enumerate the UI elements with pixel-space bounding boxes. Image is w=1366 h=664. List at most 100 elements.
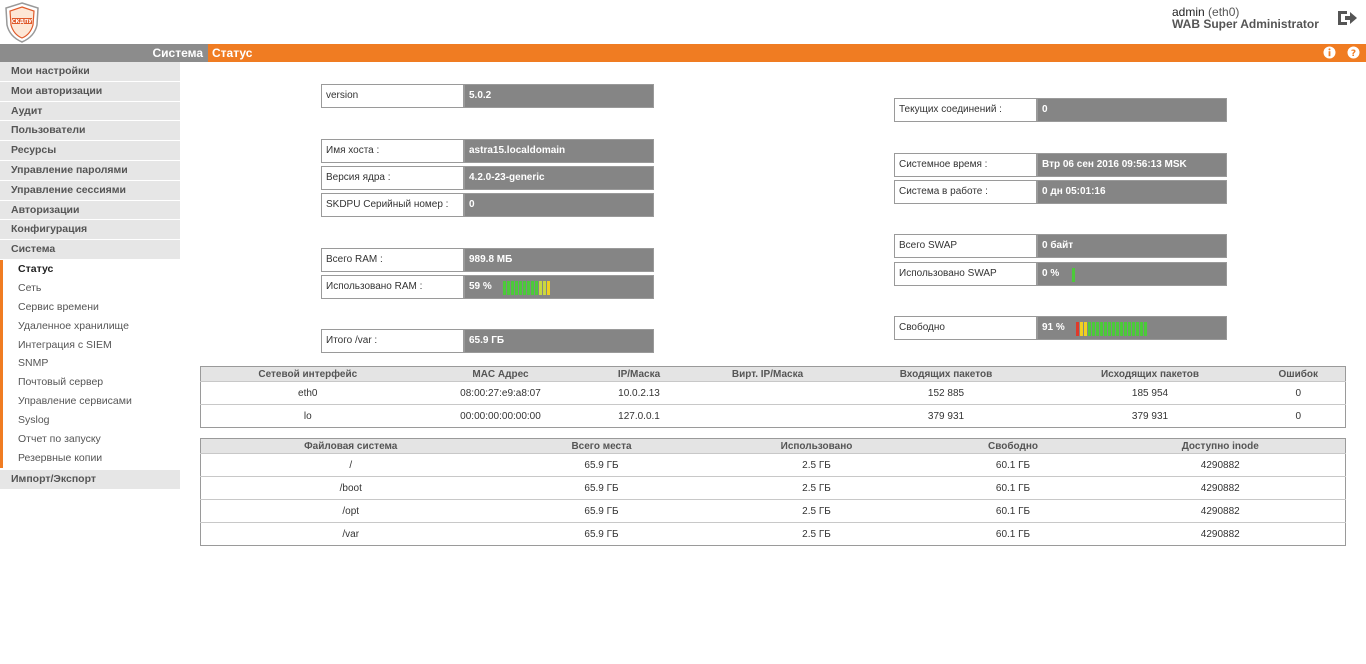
cell-used: 2.5 ГБ [702,453,931,477]
meter-segment [539,281,542,295]
sidebar-sub-remote-storage[interactable]: Удаленное хранилище [3,316,180,336]
sidebar-sub-status[interactable]: Статус [3,259,180,279]
meter-segment [503,281,506,295]
cell-total: 65.9 ГБ [500,453,703,477]
sidebar-item-resources[interactable]: Ресурсы [0,141,180,161]
col-free[interactable]: Свободно [930,438,1096,454]
cell-inodes: 4290882 [1095,453,1346,477]
info-label: Система в работе : [894,180,1037,204]
sidebar-sub-boot-report[interactable]: Отчет по запуску [3,429,180,449]
col-packets-in[interactable]: Входящих пакетов [843,366,1049,382]
cell-packets-in: 152 885 [843,381,1049,405]
sidebar-sub-time-service[interactable]: Сервис времени [3,297,180,317]
table-header-row: Файловая система Всего места Использован… [200,438,1346,454]
cell-filesystem: / [200,453,501,477]
meter-segment [1108,322,1111,336]
app-header: СКДПУ admin (eth0) WAB Super Administrat… [0,0,1366,44]
user-role: WAB Super Administrator [1172,17,1319,31]
info-value: 0 % [1037,262,1227,286]
sidebar-sub-mail-server[interactable]: Почтовый сервер [3,373,180,393]
info-label: Версия ядра : [321,166,464,190]
info-value: 5.0.2 [464,84,654,108]
col-filesystem[interactable]: Файловая система [200,438,501,454]
meter-segment [515,281,518,295]
cell-mac: 00:00:00:00:00:00 [414,404,587,428]
cell-packets-in: 379 931 [843,404,1049,428]
sidebar-item-import-export[interactable]: Импорт/Экспорт [0,469,180,490]
network-interfaces-table: Сетевой интерфейс MAC Адрес IP/Маска Вир… [200,366,1346,428]
col-ip[interactable]: IP/Маска [586,366,692,382]
cell-mac: 08:00:27:e9:a8:07 [414,381,587,405]
meter-segment [1140,322,1143,336]
logout-icon[interactable] [1336,8,1358,28]
sidebar-item-my-authorizations[interactable]: Мои авторизации [0,81,180,102]
info-label: SKDPU Серийный номер : [321,193,464,217]
col-mac[interactable]: MAC Адрес [414,366,587,382]
ram-used-percent: 59 % [469,281,492,292]
cell-used: 2.5 ГБ [702,522,931,546]
meter-segment [1080,322,1083,336]
info-label: Имя хоста : [321,139,464,163]
table-row: /65.9 ГБ 2.5 ГБ 60.1 ГБ 4290882 [200,453,1346,477]
meter-segment [1120,322,1123,336]
col-inodes[interactable]: Доступно inode [1095,438,1346,454]
col-virt-ip[interactable]: Вирт. IP/Маска [691,366,844,382]
info-label: version [321,84,464,108]
meter-segment [531,281,534,295]
sidebar-item-users[interactable]: Пользователи [0,121,180,142]
cell-errors: 0 [1251,404,1346,428]
cell-filesystem: /var [200,522,501,546]
sidebar-sub-service-management[interactable]: Управление сервисами [3,392,180,412]
sidebar-sub-network[interactable]: Сеть [3,278,180,298]
sidebar-item-my-settings[interactable]: Мои настройки [0,62,180,82]
meter-segment [535,281,538,295]
cell-inodes: 4290882 [1095,522,1346,546]
cell-total: 65.9 ГБ [500,476,703,500]
info-value: 0 [464,193,654,217]
col-errors[interactable]: Ошибок [1251,366,1346,382]
info-value: 989.8 МБ [464,248,654,272]
sidebar-item-configuration[interactable]: Конфигурация [0,220,180,241]
col-used[interactable]: Использовано [702,438,931,454]
logo-shield-icon[interactable]: СКДПУ [2,1,42,43]
cell-total: 65.9 ГБ [500,499,703,523]
table-row: /opt 65.9 ГБ 2.5 ГБ 60.1 ГБ 4290882 [200,499,1346,523]
cell-total: 65.9 ГБ [500,522,703,546]
sidebar-item-audit[interactable]: Аудит [0,101,180,122]
cell-packets-out: 379 931 [1048,404,1252,428]
info-label: Свободно [894,316,1037,340]
cell-packets-out: 185 954 [1048,381,1252,405]
sidebar-sub-backups[interactable]: Резервные копии [3,448,180,468]
info-value: 0 дн 05:01:16 [1037,180,1227,204]
meter-segment [543,281,546,295]
meter-segment [511,281,514,295]
cell-used: 2.5 ГБ [702,499,931,523]
cell-errors: 0 [1251,381,1346,405]
meter-segment [1104,322,1107,336]
help-icon[interactable]: ? [1347,46,1360,59]
sidebar-item-session-management[interactable]: Управление сессиями [0,180,180,201]
sidebar-item-password-management[interactable]: Управление паролями [0,160,180,181]
cell-virt-ip [691,404,844,428]
sidebar-sub-syslog[interactable]: Syslog [3,411,180,430]
meter-segment [1088,322,1091,336]
meter-segment [1128,322,1131,336]
info-label: Системное время : [894,153,1037,177]
meter-segment [1076,322,1079,336]
col-total[interactable]: Всего места [500,438,703,454]
col-interface[interactable]: Сетевой интерфейс [200,366,415,382]
sidebar-sub-snmp[interactable]: SNMP [3,354,180,374]
table-row: /var 65.9 ГБ 2.5 ГБ 60.1 ГБ 4290882 [200,522,1346,546]
table-row: /boot 65.9 ГБ 2.5 ГБ 60.1 ГБ 4290882 [200,476,1346,500]
sidebar-sub-siem[interactable]: Интеграция с SIEM [3,335,180,355]
col-packets-out[interactable]: Исходящих пакетов [1048,366,1252,382]
info-label: Всего SWAP [894,234,1037,258]
breadcrumb-section[interactable]: Система [152,46,203,60]
sidebar-item-authorizations[interactable]: Авторизации [0,200,180,221]
sidebar-item-system[interactable]: Система [0,240,180,260]
meter-segment [1136,322,1139,336]
info-value: 0 [1037,98,1227,122]
meter-segment [507,281,510,295]
info-icon[interactable] [1323,46,1336,59]
swap-used-percent: 0 % [1042,268,1060,279]
